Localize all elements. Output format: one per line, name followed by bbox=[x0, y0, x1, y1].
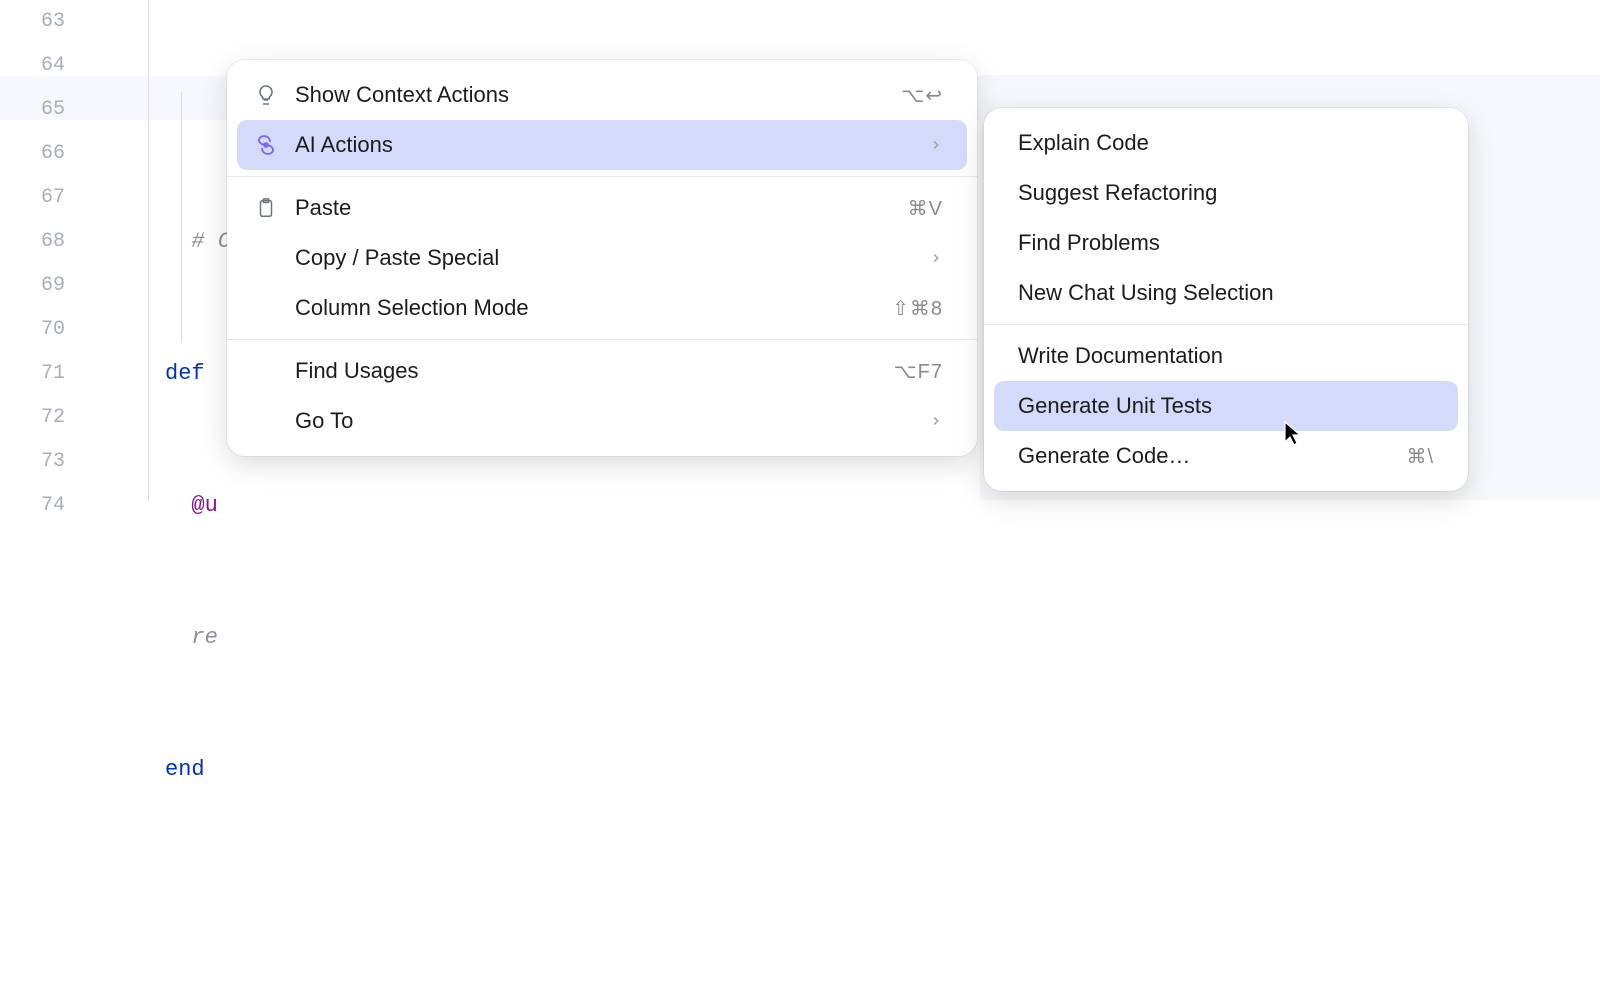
code-ivar: @u bbox=[191, 493, 217, 518]
menu-item-show-context-actions[interactable]: Show Context Actions ⌥↩ bbox=[237, 70, 967, 120]
menu-label: Suggest Refactoring bbox=[1018, 180, 1434, 206]
chevron-right-icon bbox=[929, 245, 943, 271]
context-menu: Show Context Actions ⌥↩ AI Actions Paste… bbox=[227, 60, 977, 456]
ai-actions-submenu: Explain Code Suggest Refactoring Find Pr… bbox=[984, 108, 1468, 491]
menu-item-column-selection-mode[interactable]: Column Selection Mode ⇧⌘8 bbox=[237, 283, 967, 333]
chevron-right-icon bbox=[929, 408, 943, 434]
blank-icon bbox=[251, 356, 281, 386]
code-token: re bbox=[191, 625, 217, 650]
blank-icon bbox=[251, 293, 281, 323]
blank-icon bbox=[251, 243, 281, 273]
line-number: 71 bbox=[0, 352, 95, 396]
menu-item-paste[interactable]: Paste ⌘V bbox=[237, 183, 967, 233]
menu-item-copy-paste-special[interactable]: Copy / Paste Special bbox=[237, 233, 967, 283]
menu-separator bbox=[227, 339, 977, 340]
menu-label: Show Context Actions bbox=[295, 82, 901, 108]
line-number: 72 bbox=[0, 396, 95, 440]
blank-icon bbox=[251, 406, 281, 436]
clipboard-icon bbox=[251, 193, 281, 223]
menu-shortcut: ⇧⌘8 bbox=[892, 296, 943, 321]
menu-label: Paste bbox=[295, 195, 908, 221]
submenu-item-write-documentation[interactable]: Write Documentation bbox=[994, 331, 1458, 381]
menu-shortcut: ⌘\ bbox=[1406, 444, 1434, 469]
menu-item-ai-actions[interactable]: AI Actions bbox=[237, 120, 967, 170]
line-number: 74 bbox=[0, 484, 95, 528]
menu-label: Generate Unit Tests bbox=[1018, 393, 1434, 419]
line-number: 69 bbox=[0, 264, 95, 308]
menu-label: Copy / Paste Special bbox=[295, 245, 921, 271]
menu-item-find-usages[interactable]: Find Usages ⌥F7 bbox=[237, 346, 967, 396]
spiral-icon bbox=[251, 130, 281, 160]
bulb-icon bbox=[251, 80, 281, 110]
line-number: 65 bbox=[0, 88, 95, 132]
code-keyword-def: def bbox=[165, 361, 218, 386]
line-number-gutter: 63 64 65 66 67 68 69 70 71 72 73 74 bbox=[0, 0, 95, 500]
menu-label: New Chat Using Selection bbox=[1018, 280, 1434, 306]
menu-item-go-to[interactable]: Go To bbox=[237, 396, 967, 446]
menu-label: Go To bbox=[295, 408, 921, 434]
menu-shortcut: ⌘V bbox=[908, 196, 943, 221]
submenu-item-generate-unit-tests[interactable]: Generate Unit Tests bbox=[994, 381, 1458, 431]
line-number: 66 bbox=[0, 132, 95, 176]
menu-label: Generate Code… bbox=[1018, 443, 1406, 469]
line-number: 68 bbox=[0, 220, 95, 264]
line-number: 73 bbox=[0, 440, 95, 484]
code-keyword-end: end bbox=[165, 757, 205, 782]
menu-label: Find Problems bbox=[1018, 230, 1434, 256]
line-number: 70 bbox=[0, 308, 95, 352]
menu-separator bbox=[984, 324, 1468, 325]
menu-label: Write Documentation bbox=[1018, 343, 1434, 369]
menu-label: Find Usages bbox=[295, 358, 894, 384]
menu-label: Explain Code bbox=[1018, 130, 1434, 156]
submenu-item-find-problems[interactable]: Find Problems bbox=[994, 218, 1458, 268]
menu-shortcut: ⌥F7 bbox=[894, 359, 943, 384]
chevron-right-icon bbox=[929, 132, 943, 158]
line-number: 64 bbox=[0, 44, 95, 88]
mouse-cursor-icon bbox=[1283, 420, 1303, 451]
line-number: 63 bbox=[0, 0, 95, 44]
menu-label: Column Selection Mode bbox=[295, 295, 892, 321]
menu-shortcut: ⌥↩ bbox=[901, 83, 943, 108]
submenu-item-new-chat-using-selection[interactable]: New Chat Using Selection bbox=[994, 268, 1458, 318]
menu-label: AI Actions bbox=[295, 132, 921, 158]
menu-separator bbox=[227, 176, 977, 177]
submenu-item-suggest-refactoring[interactable]: Suggest Refactoring bbox=[994, 168, 1458, 218]
submenu-item-explain-code[interactable]: Explain Code bbox=[994, 118, 1458, 168]
line-number: 67 bbox=[0, 176, 95, 220]
submenu-item-generate-code[interactable]: Generate Code… ⌘\ bbox=[994, 431, 1458, 481]
